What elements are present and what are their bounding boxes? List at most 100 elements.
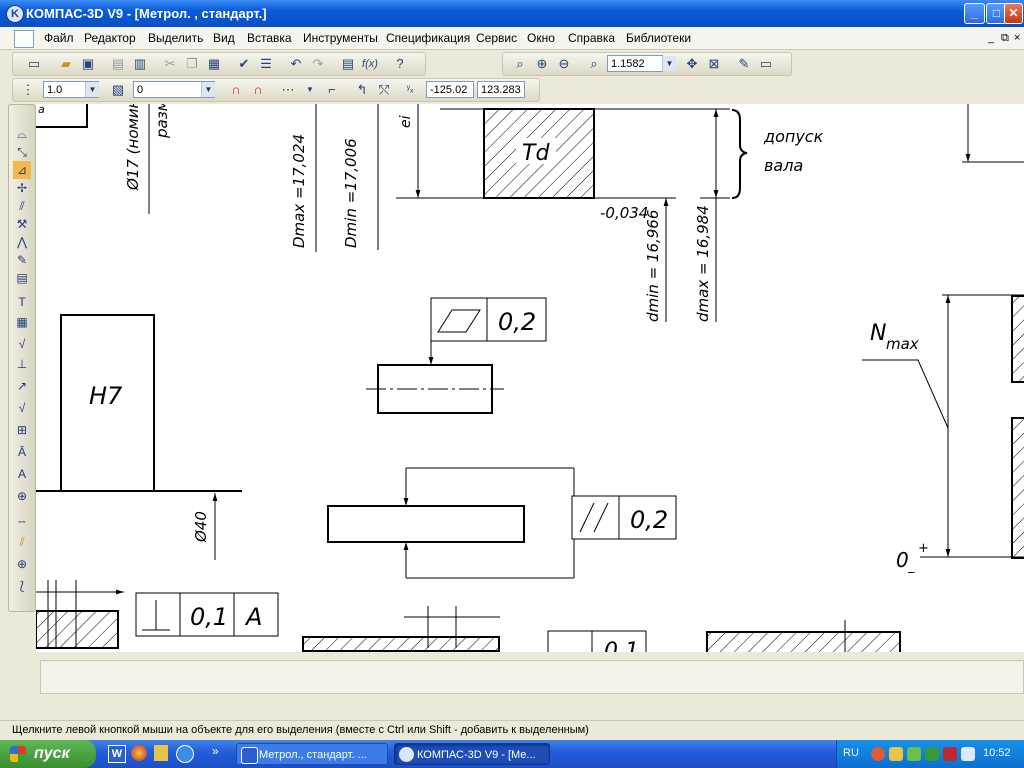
function-icon[interactable]: f(x) [361,55,379,73]
menu-edit[interactable]: Редактор [84,31,136,45]
leader-icon[interactable]: ↗ [13,377,31,395]
app-quicklaunch-icon[interactable] [154,745,168,761]
help-pointer-icon[interactable]: ? [391,55,409,73]
taskbar-item-word[interactable]: Метрол., стандарт. ... [236,743,388,765]
refresh-icon[interactable]: ✎ [735,55,753,73]
grid-icon[interactable]: ⋯ [279,81,297,99]
coord-y-field[interactable]: 123.283 [477,81,525,98]
axis-icon[interactable]: ⊕ [13,487,31,505]
menu-specification[interactable]: Спецификация [386,31,470,45]
snap-step-icon[interactable]: ⋮ [19,81,37,99]
datum-icon[interactable]: ⊥ [13,355,31,373]
local-snap-icon[interactable]: ∩ [249,81,267,99]
zoom-in-icon[interactable]: ⌕ [511,55,529,73]
menu-view[interactable]: Вид [213,31,235,45]
print-icon[interactable]: ▤ [109,55,127,73]
quicklaunch-more-icon[interactable]: » [212,744,219,758]
menu-file[interactable]: Файл [44,31,74,45]
dmax-shaft-label: dmax = 16,984 [694,205,712,322]
system-tray: RU 10:52 [836,740,1024,768]
minimize-button[interactable]: _ [964,3,985,24]
undo-icon[interactable]: ↶ [287,55,305,73]
nmax-hole-field [1011,417,1024,559]
tray-app-icon-2[interactable] [907,747,921,761]
zoom-scale-dropdown-icon[interactable]: ▼ [662,56,676,71]
ie-quicklaunch-icon[interactable] [176,745,194,763]
tray-app-icon-4[interactable] [943,747,957,761]
layer-dropdown-icon[interactable]: ▼ [201,82,215,97]
select-icon[interactable]: ⋀ [13,233,31,251]
drawing-sheet[interactable]: a Ø17 (номин разм Dmax =17,024 Dmin =17,… [36,104,1024,652]
mdi-restore-button[interactable]: ⧉ [1001,32,1009,45]
document-icon[interactable] [14,30,34,48]
snap-magnet-icon[interactable]: ∩ [227,81,245,99]
language-indicator[interactable]: RU [843,747,859,759]
designations-icon[interactable]: ⊿ [13,161,31,179]
tray-app-icon-3[interactable] [925,747,939,761]
title-bar: K КОМПАС-3D V9 - [Метрол. , стандарт.] _… [0,0,1024,27]
text-icon[interactable]: T [13,293,31,311]
orthogonal-icon[interactable]: ⌐ [323,81,341,99]
roughness-icon[interactable]: √ [13,335,31,353]
layer-icon[interactable]: ▧ [109,81,127,99]
word-quicklaunch-icon[interactable]: W [108,745,126,763]
section-icon[interactable]: A [13,465,31,483]
mark-icon[interactable]: √ [13,399,31,417]
centerline-icon[interactable]: ╌ [13,513,31,531]
paste-icon[interactable]: ▦ [205,55,223,73]
tray-collapse-icon[interactable] [871,747,885,761]
center-mark-icon[interactable]: ⊕ [13,555,31,573]
menu-libraries[interactable]: Библиотеки [626,31,691,45]
menu-tools[interactable]: Инструменты [303,31,378,45]
menu-insert[interactable]: Вставка [247,31,292,45]
mid-hatched-part [302,636,500,652]
line-scale-dropdown-icon[interactable]: ▼ [85,82,99,97]
menu-select[interactable]: Выделить [148,31,203,45]
drawing-canvas[interactable]: a Ø17 (номин разм Dmax =17,024 Dmin =17,… [36,104,1024,652]
copy-icon[interactable]: ❐ [183,55,201,73]
spec-icon[interactable]: ▤ [13,269,31,287]
zoom-window-icon[interactable]: ⌕ [585,55,603,73]
tray-app-icon-5[interactable] [961,747,975,761]
new-file-icon[interactable]: ▭ [25,55,43,73]
dimensions-icon[interactable]: ⤡ [13,143,31,161]
print-preview-icon[interactable]: ▥ [131,55,149,73]
save-icon[interactable]: ▣ [79,55,97,73]
manager-icon[interactable]: ▤ [339,55,357,73]
cut-icon[interactable]: ✂ [161,55,179,73]
properties-icon[interactable]: ✔ [235,55,253,73]
media-quicklaunch-icon[interactable] [131,745,147,761]
tray-app-icon-1[interactable] [889,747,903,761]
menu-window[interactable]: Окно [527,31,555,45]
zoom-plus-icon[interactable]: ⊕ [533,55,551,73]
zoom-scale-field[interactable]: 1.1582 [607,55,663,72]
tolerance-frame-icon[interactable]: ⊞ [13,421,31,439]
local-cs-icon[interactable]: ↰ [353,81,371,99]
menu-service[interactable]: Сервис [476,31,517,45]
menu-help[interactable]: Справка [568,31,615,45]
start-button[interactable]: пуск [0,740,96,768]
geometry-icon[interactable]: ⌓ [13,125,31,143]
measure-icon[interactable]: ⚒ [13,215,31,233]
pan-icon[interactable]: ✥ [683,55,701,73]
view-arrow-icon[interactable]: Ā [13,443,31,461]
table-icon[interactable]: ▦ [13,313,31,331]
open-folder-icon[interactable]: ▰ [57,55,75,73]
coord-x-field[interactable]: -125.02 [426,81,474,98]
list-icon[interactable]: ☰ [257,55,275,73]
redo-icon[interactable]: ↷ [309,55,327,73]
parametrization-icon[interactable]: ⫽ [13,197,31,215]
show-all-icon[interactable]: ⊠ [705,55,723,73]
mdi-close-button[interactable]: × [1014,32,1020,44]
break-line-icon[interactable]: ⟅ [13,577,31,595]
mdi-minimize-button[interactable]: _ [988,32,994,44]
ortho-mode-icon[interactable]: ⤲ [375,81,393,99]
grid-dropdown-icon[interactable]: ▼ [301,81,319,99]
taskbar-item-kompas[interactable]: КОМПАС-3D V9 - [Ме... [394,743,550,765]
edit-icon[interactable]: ✢ [13,179,31,197]
associative-views-icon[interactable]: ✎ [13,251,31,269]
close-button[interactable]: ✕ [1004,3,1023,24]
zoom-minus-icon[interactable]: ⊖ [555,55,573,73]
wave-line-icon[interactable]: ⫽ [13,533,31,551]
display-mode-icon[interactable]: ▭ [757,55,775,73]
